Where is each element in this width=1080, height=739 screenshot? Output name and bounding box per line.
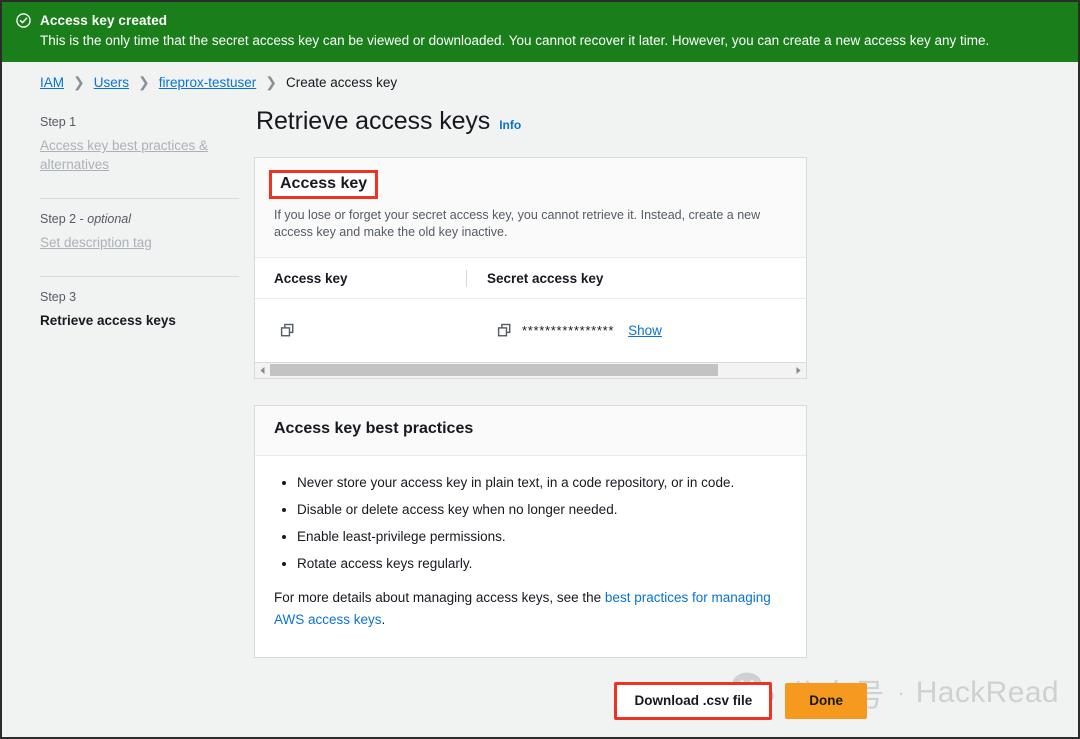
best-practices-body: Never store your access key in plain tex… [255,456,806,657]
best-practices-panel: Access key best practices Never store yo… [254,405,807,658]
list-item: Enable least-privilege permissions. [297,528,787,546]
chevron-left-icon[interactable] [255,366,270,375]
info-link[interactable]: Info [499,118,521,132]
footer-suffix: . [381,612,386,627]
list-item: Never store your access key in plain tex… [297,474,787,492]
banner-title: Access key created [40,13,168,28]
step-3-block: Step 3 Retrieve access keys [40,290,254,342]
wizard-steps-sidebar: Step 1 Access key best practices & alter… [2,101,254,342]
download-csv-button[interactable]: Download .csv file [614,682,773,720]
chevron-right-icon: ❯ [73,74,85,90]
step-2-label: Step 2 - optional [40,212,132,226]
step-divider [40,198,239,199]
page-title-row: Retrieve access keys Info [254,107,1044,136]
best-practices-heading: Access key best practices [274,420,474,437]
list-item: Disable or delete access key when no lon… [297,501,787,519]
footer-prefix: For more details about managing access k… [274,590,605,605]
access-key-table-header: Access key Secret access key [255,258,806,299]
best-practices-list: Never store your access key in plain tex… [276,474,787,573]
watermark-brand: HackRead [915,675,1059,709]
access-key-heading: Access key [269,170,379,199]
access-key-panel-header: Access key If you lose or forget your se… [255,158,806,258]
footer-actions: Download .csv file Done [614,682,867,720]
step-divider [40,276,239,277]
breadcrumb-item-users[interactable]: Users [94,75,129,90]
step-2-block: Step 2 - optional Set description tag [40,212,254,264]
list-item: Rotate access keys regularly. [297,555,787,573]
scrollbar-thumb[interactable] [270,364,719,376]
breadcrumb-item-current: Create access key [286,75,398,90]
sidebar-item-best-practices[interactable]: Access key best practices & alternatives [40,136,254,174]
done-button[interactable]: Done [785,683,867,719]
chevron-right-icon: ❯ [265,74,278,90]
breadcrumb: IAM ❯ Users ❯ fireprox-testuser ❯ Create… [2,62,1078,101]
step-3-label: Step 3 [40,290,77,304]
iam-create-access-key-page: Access key created This is the only time… [0,0,1080,739]
access-key-panel: Access key If you lose or forget your se… [254,157,807,379]
watermark-separator: · [897,679,905,705]
show-secret-link[interactable]: Show [628,323,662,338]
step-1-block: Step 1 Access key best practices & alter… [40,115,254,186]
check-circle-icon [16,13,31,33]
chevron-right-icon: ❯ [138,74,150,90]
sidebar-item-retrieve-keys: Retrieve access keys [40,313,176,328]
copy-icon[interactable] [497,323,512,338]
banner-message: This is the only time that the secret ac… [40,33,990,48]
breadcrumb-item-iam[interactable]: IAM [40,75,64,90]
chevron-right-icon[interactable] [791,366,806,375]
table-row: **************** Show [255,299,806,362]
best-practices-panel-header: Access key best practices [255,406,806,456]
secret-access-key-masked: **************** [522,323,615,338]
breadcrumb-item-user[interactable]: fireprox-testuser [159,75,257,90]
horizontal-scrollbar[interactable] [255,362,806,378]
access-key-cell [255,323,466,338]
scrollbar-track[interactable] [270,363,791,378]
page-title: Retrieve access keys [256,107,491,135]
access-key-description: If you lose or forget your secret access… [274,208,761,239]
column-header-secret-access-key: Secret access key [487,271,604,286]
sidebar-item-description-tag[interactable]: Set description tag [40,233,254,252]
main-content: Retrieve access keys Info Access key If … [254,101,1078,658]
step-1-label: Step 1 [40,115,77,129]
copy-icon[interactable] [280,323,295,338]
best-practices-footer: For more details about managing access k… [274,587,787,631]
success-banner: Access key created This is the only time… [2,2,1078,62]
secret-access-key-cell: **************** Show [466,323,806,338]
column-header-access-key: Access key [274,271,348,286]
